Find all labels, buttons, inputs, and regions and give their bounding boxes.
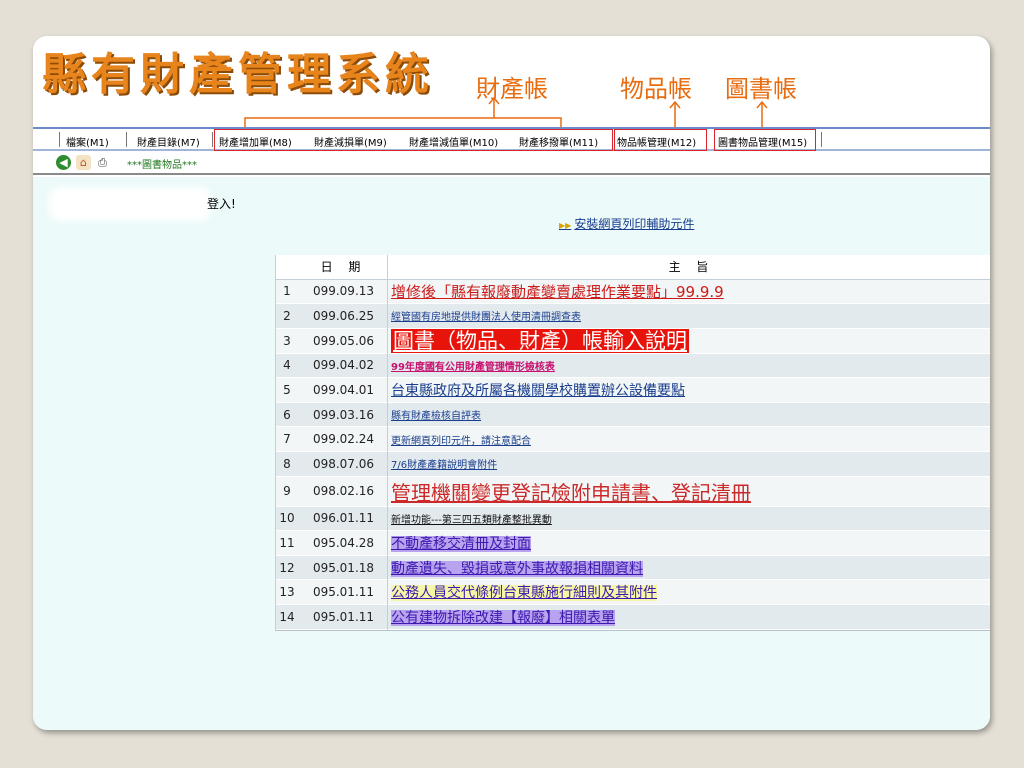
- row-num: 8: [275, 451, 299, 477]
- table-row: 3 099.05.06 圖書（物品、財產）帳輸入說明: [275, 328, 990, 354]
- row-subject-link[interactable]: 動產遺失、毀損或意外事故報損相關資料: [391, 560, 643, 577]
- row-num: 9: [275, 476, 299, 507]
- menu-property-catalog[interactable]: 財產目錄(M7): [137, 134, 200, 149]
- table-row: 10 096.01.11 新增功能---第三四五類財產整批異動: [275, 506, 990, 532]
- row-num: 11: [275, 530, 299, 556]
- content-area: 登入! ▶▶ 安裝網頁列印輔助元件 日 期 主 旨 1 099.09.13 增修後…: [33, 177, 990, 730]
- table-row: 4 099.04.02 99年度國有公用財產管理情形檢核表: [275, 353, 990, 379]
- breadcrumb: ***圖書物品***: [127, 160, 197, 171]
- row-date: 098.07.06: [299, 451, 388, 477]
- row-num: 7: [275, 426, 299, 453]
- row-date: 095.01.11: [299, 604, 388, 630]
- row-date: 096.01.11: [299, 506, 388, 532]
- row-date: 095.01.18: [299, 555, 388, 581]
- row-num: 4: [275, 353, 299, 379]
- row-subject-link[interactable]: 增修後「縣有報廢動產變賣處理作業要點」99.9.9: [391, 283, 724, 301]
- row-date: 099.06.25: [299, 303, 388, 329]
- table-border-bottom: [275, 630, 990, 631]
- row-date: 099.03.16: [299, 402, 388, 428]
- row-subject-link[interactable]: 7/6財產產籍說明會附件: [391, 460, 497, 471]
- row-subject-link[interactable]: 台東縣政府及所屬各機關學校購置辦公設備要點: [391, 383, 685, 399]
- install-print-component-link[interactable]: ▶▶ 安裝網頁列印輔助元件: [559, 215, 694, 232]
- row-subject-link[interactable]: 更新網頁列印元件，請注意配合: [391, 436, 531, 447]
- table-header-row: 日 期 主 旨: [275, 255, 990, 280]
- row-subject-link[interactable]: 不動產移交清冊及封面: [391, 536, 531, 553]
- row-date: 099.09.13: [299, 279, 388, 305]
- row-num: 12: [275, 555, 299, 581]
- row-subject-link[interactable]: 99年度國有公用財產管理情形檢核表: [391, 362, 555, 373]
- menu-separator: [212, 132, 213, 147]
- row-subject-link[interactable]: 經管國有房地提供財團法人使用清冊調查表: [391, 312, 581, 323]
- install-link-label[interactable]: 安裝網頁列印輔助元件: [574, 217, 694, 231]
- highlight-goods: [614, 129, 707, 151]
- row-date: 099.04.02: [299, 353, 388, 379]
- row-subject-link[interactable]: 公有建物拆除改建【報廢】相關表單: [391, 609, 615, 626]
- slide-frame: 縣有財產管理系統 財產帳 物品帳 圖書帳 檔案(M1) 財產目錄(M7) 財產增…: [33, 36, 990, 730]
- row-num: 2: [275, 303, 299, 329]
- header-date: 日 期: [299, 255, 388, 280]
- menu-file[interactable]: 檔案(M1): [66, 134, 109, 149]
- table-row: 1 099.09.13 增修後「縣有報廢動產變賣處理作業要點」99.9.9: [275, 279, 990, 305]
- login-status: 登入!: [207, 197, 236, 211]
- row-subject-link[interactable]: 縣有財產檢核自評表: [391, 411, 481, 422]
- table-row: 13 095.01.11 公務人員交代條例台東縣施行細則及其附件: [275, 579, 990, 606]
- menu-separator: [59, 132, 60, 147]
- row-subject-link[interactable]: 新增功能---第三四五類財產整批異動: [391, 515, 552, 526]
- table-row: 14 095.01.11 公有建物拆除改建【報廢】相關表單: [275, 604, 990, 630]
- row-num: 10: [275, 506, 299, 532]
- redacted-user-name: [55, 193, 205, 215]
- row-num: 5: [275, 377, 299, 403]
- highlight-property-group: [214, 129, 613, 151]
- row-subject-link[interactable]: 公務人員交代條例台東縣施行細則及其附件: [391, 585, 657, 602]
- row-num: 13: [275, 579, 299, 606]
- row-subject-link[interactable]: 圖書（物品、財產）帳輸入說明: [391, 328, 689, 353]
- row-subject-link[interactable]: 管理機關變更登記檢附申請書、登記清冊: [391, 481, 751, 505]
- table-border-date: [387, 255, 388, 631]
- table-row: 6 099.03.16 縣有財產檢核自評表: [275, 402, 990, 428]
- bullet-icon: ▶▶: [559, 221, 572, 230]
- row-num: 3: [275, 328, 299, 354]
- row-date: 098.02.16: [299, 476, 388, 507]
- header-num: [275, 255, 299, 280]
- back-arrow-icon[interactable]: ◀: [56, 155, 71, 170]
- row-num: 1: [275, 279, 299, 305]
- table-row: 7 099.02.24 更新網頁列印元件，請注意配合: [275, 426, 990, 453]
- row-date: 099.04.01: [299, 377, 388, 403]
- table-row: 2 099.06.25 經管國有房地提供財團法人使用清冊調查表: [275, 303, 990, 329]
- table-border-left: [275, 255, 276, 631]
- menu-bar: 檔案(M1) 財產目錄(M7) 財產增加單(M8) 財產減損單(M9) 財產增減…: [33, 127, 990, 151]
- table-row: 12 095.01.18 動產遺失、毀損或意外事故報損相關資料: [275, 555, 990, 581]
- row-date: 099.05.06: [299, 328, 388, 354]
- print-icon[interactable]: ⎙: [95, 155, 110, 170]
- menu-separator: [126, 132, 127, 147]
- announcement-table: 日 期 主 旨 1 099.09.13 增修後「縣有報廢動產變賣處理作業要點」9…: [275, 255, 990, 630]
- row-date: 095.04.28: [299, 530, 388, 556]
- table-row: 5 099.04.01 台東縣政府及所屬各機關學校購置辦公設備要點: [275, 377, 990, 403]
- toolbar: ◀ ⌂ ⎙ ***圖書物品***: [33, 151, 990, 175]
- row-num: 14: [275, 604, 299, 630]
- table-row: 8 098.07.06 7/6財產產籍說明會附件: [275, 451, 990, 477]
- row-date: 095.01.11: [299, 579, 388, 606]
- row-num: 6: [275, 402, 299, 428]
- table-row: 11 095.04.28 不動產移交清冊及封面: [275, 530, 990, 556]
- annotation-arrows: [244, 96, 768, 128]
- table-row: 9 098.02.16 管理機關變更登記檢附申請書、登記清冊: [275, 476, 990, 507]
- highlight-books: [714, 129, 816, 151]
- menu-separator: [821, 132, 822, 147]
- row-date: 099.02.24: [299, 426, 388, 453]
- header-subject: 主 旨: [388, 255, 990, 280]
- home-icon[interactable]: ⌂: [76, 155, 91, 170]
